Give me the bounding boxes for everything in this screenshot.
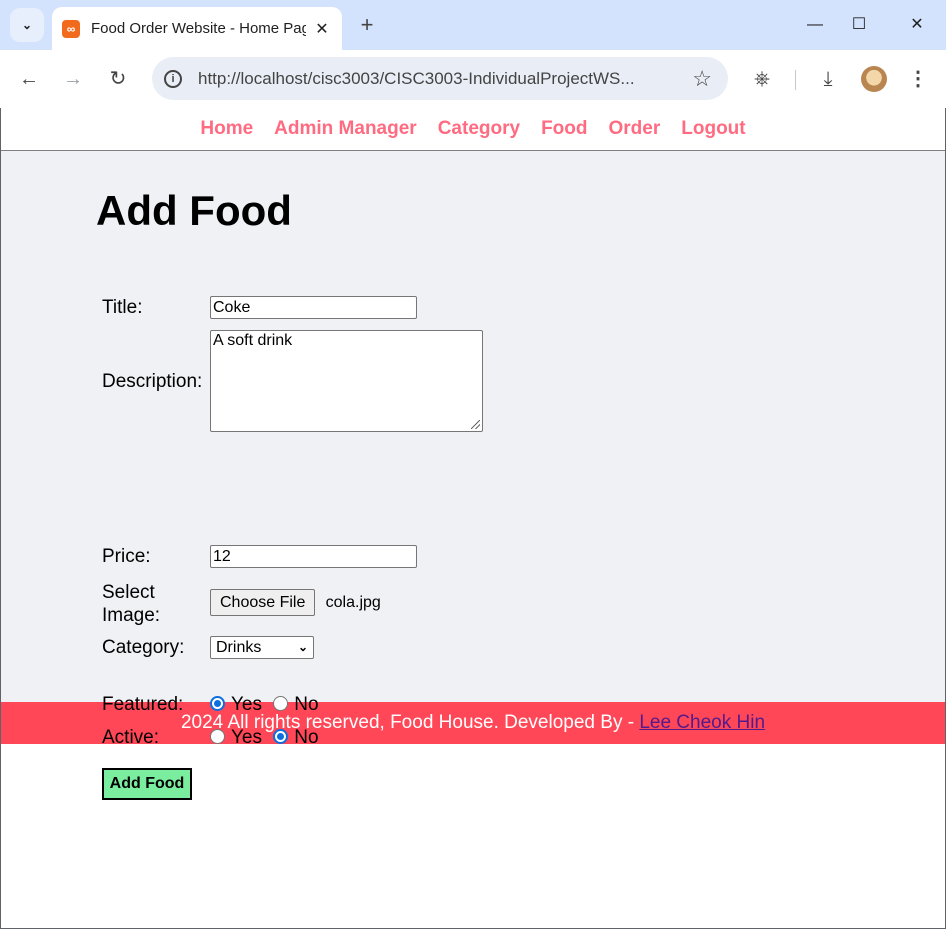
menu-admin-manager[interactable]: Admin Manager — [274, 118, 417, 140]
image-label: Select Image: — [102, 581, 160, 627]
featured-yes-radio[interactable] — [210, 696, 225, 711]
maximize-icon[interactable]: ☐ — [844, 10, 874, 40]
main-content: Add Food Title: Coke Description: A soft… — [1, 151, 945, 800]
minimize-icon[interactable]: — — [800, 10, 830, 40]
category-label: Category: — [102, 637, 185, 658]
profile-avatar[interactable] — [861, 66, 887, 92]
chevron-down-icon: ⌄ — [21, 18, 33, 32]
menu-logout[interactable]: Logout — [681, 118, 745, 140]
featured-label: Featured: — [102, 694, 184, 715]
active-no-label: No — [294, 727, 319, 748]
browser-toolbar: ← → ↻ i http://localhost/cisc3003/CISC30… — [0, 50, 946, 108]
top-menu: Home Admin Manager Category Food Order L… — [1, 108, 945, 151]
browser-tab[interactable]: ∞ Food Order Website - Home Page ✕ — [52, 7, 342, 50]
featured-yes-label: Yes — [231, 694, 262, 715]
featured-no-label: No — [294, 694, 319, 715]
active-no-radio[interactable] — [273, 729, 289, 744]
browser-tab-bar: ⌄ ∞ Food Order Website - Home Page ✕ + —… — [0, 0, 946, 50]
file-input: Choose File cola.jpg — [210, 589, 381, 616]
image-label-line2: Image: — [102, 605, 161, 626]
toolbar-separator — [795, 70, 796, 90]
new-tab-plus-icon[interactable]: + — [354, 11, 380, 39]
image-label-line1: Select — [102, 582, 155, 603]
description-textarea[interactable]: A soft drink — [210, 330, 483, 432]
web-page: Home Admin Manager Category Food Order L… — [0, 108, 946, 929]
add-food-form: Title: Coke Description: A soft drink Pr… — [102, 285, 483, 800]
choose-file-button[interactable]: Choose File — [210, 589, 316, 616]
tab-search-button[interactable]: ⌄ — [10, 8, 44, 42]
author-link[interactable]: Lee Cheok Hin — [639, 712, 765, 733]
category-select[interactable]: Drinks ⌄ — [210, 636, 314, 659]
more-menu-icon[interactable]: ⋮ — [903, 64, 933, 94]
download-icon[interactable]: ⤓ — [813, 64, 843, 94]
url-text[interactable]: http://localhost/cisc3003/CISC3003-Indiv… — [198, 69, 678, 89]
featured-radio-group: Yes No — [210, 694, 325, 716]
active-yes-label: Yes — [231, 727, 262, 748]
menu-order[interactable]: Order — [609, 118, 661, 140]
featured-no-radio[interactable] — [273, 696, 289, 711]
menu-food[interactable]: Food — [541, 118, 587, 140]
file-name: cola.jpg — [325, 594, 381, 611]
category-row: Category: Drinks ⌄ — [102, 387, 375, 659]
menu-home[interactable]: Home — [200, 118, 253, 140]
menu-category[interactable]: Category — [438, 118, 520, 140]
active-radio-group: Yes No — [210, 727, 325, 749]
description-row: Description: A soft drink — [102, 285, 483, 432]
price-label: Price: — [102, 546, 151, 567]
description-text: A soft drink — [213, 332, 293, 349]
price-input[interactable]: 12 — [210, 545, 417, 568]
bookmark-star-icon[interactable]: ☆ — [692, 66, 712, 92]
category-selected-value: Drinks — [216, 639, 262, 656]
address-bar[interactable]: i http://localhost/cisc3003/CISC3003-Ind… — [152, 57, 728, 100]
xampp-favicon-icon: ∞ — [62, 19, 80, 38]
forward-arrow-icon[interactable]: → — [58, 64, 88, 94]
resize-handle-icon[interactable] — [471, 420, 480, 429]
close-window-icon[interactable]: ✕ — [902, 10, 932, 40]
back-arrow-icon[interactable]: ← — [14, 64, 44, 94]
chevron-down-icon: ⌄ — [297, 640, 308, 654]
page-title: Add Food — [96, 187, 292, 234]
add-food-button[interactable]: Add Food — [102, 768, 192, 800]
active-yes-radio[interactable] — [210, 729, 225, 744]
extensions-puzzle-icon[interactable]: ⎈ — [747, 64, 777, 94]
active-label: Active: — [102, 727, 160, 748]
reload-icon[interactable]: ↻ — [103, 64, 133, 94]
close-tab-icon[interactable]: ✕ — [312, 19, 332, 39]
tab-title: Food Order Website - Home Page — [91, 20, 306, 37]
site-info-icon[interactable]: i — [164, 69, 182, 88]
